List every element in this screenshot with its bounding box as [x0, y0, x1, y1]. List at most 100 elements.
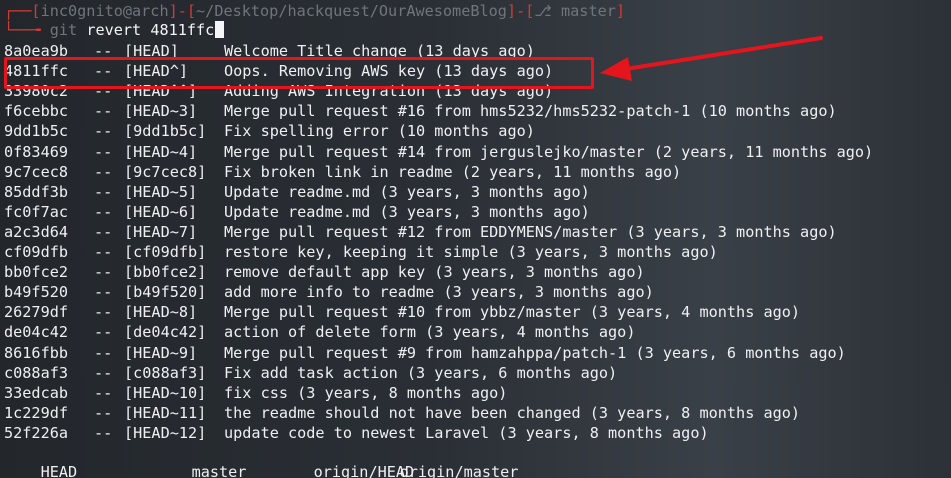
commit-message: Update readme.md (3 years, 3 months ago)	[224, 182, 590, 201]
commit-hash: c088af3	[4, 363, 69, 382]
separator: --	[94, 142, 113, 161]
prompt-user-host: inc0gnito@arch	[40, 2, 169, 20]
commit-ref: [HEAD~8]	[124, 303, 198, 322]
separator: --	[94, 182, 113, 201]
commit-message: Merge pull request #16 from hms5232/hms5…	[224, 102, 837, 121]
commit-message: remove default app key (3 years, 3 month…	[224, 263, 645, 282]
log-row: de04c42 -- [de04c42] action of delete form …	[4, 322, 635, 342]
command-args: revert 4811ffc	[86, 21, 215, 39]
commit-message: Fix broken link in readme (2 years, 11 m…	[224, 162, 682, 181]
commit-ref: [HEAD~9]	[124, 343, 198, 362]
log-row: 52f226a -- [HEAD~12] update code to newest …	[4, 423, 709, 443]
annotation-arrow-icon	[600, 36, 823, 81]
commit-hash: f6cebbc	[4, 102, 69, 121]
prompt-header: ┌──[inc0gnito@arch]-[~/Desktop/hackquest…	[4, 2, 626, 20]
separator: --	[94, 303, 113, 322]
commit-hash: fc0f7ac	[4, 202, 69, 221]
commit-ref: [HEAD~6]	[124, 202, 198, 221]
log-row: 8616fbb -- [HEAD~9] Merge pull request #9 f…	[4, 343, 846, 363]
log-row: 9dd1b5c -- [9dd1b5c] Fix spelling error (10…	[4, 121, 535, 141]
commit-hash: a2c3d64	[4, 222, 69, 241]
commit-message: Fix add task action (3 years, 6 months a…	[224, 363, 618, 382]
commit-hash: de04c42	[4, 323, 69, 342]
commit-hash: cf09dfb	[4, 243, 69, 261]
commit-hash: 26279df	[4, 303, 69, 322]
commit-ref: [bb0fce2]	[124, 263, 207, 282]
commit-message: Merge pull request #12 from EDDYMENS/mas…	[224, 222, 837, 241]
commit-message: Merge pull request #14 from jerguslejko/…	[224, 142, 874, 161]
commit-ref: [HEAD~12]	[124, 423, 207, 442]
ref-origin-head: origin/HEAD	[313, 463, 415, 478]
commit-ref: [b49f520]	[124, 283, 207, 302]
commit-message: action of delete form (3 years, 4 months…	[224, 323, 636, 342]
commit-ref: [HEAD~4]	[124, 142, 198, 161]
commit-ref: [de04c42]	[124, 323, 207, 342]
prompt-path: ~/Desktop/hackquest/OurAwesomeBlog	[196, 2, 507, 20]
separator: --	[94, 363, 113, 382]
terminal-window[interactable]: ┌──[inc0gnito@arch]-[~/Desktop/hackquest…	[4, 0, 950, 478]
log-row: cf09dfb -- [cf09dfb] restore key, keeping i…	[4, 242, 718, 262]
commit-hash: bb0fce2	[4, 263, 69, 282]
commit-ref: [HEAD~3]	[124, 102, 198, 121]
commit-message: Fix spelling error (10 months ago)	[224, 122, 535, 141]
command-line[interactable]: └──╼ git revert 4811ffc	[4, 20, 225, 40]
commit-hash: 33edcab	[4, 383, 69, 402]
commit-message: restore key, keeping it simple (3 years,…	[224, 243, 718, 261]
commit-message: Update readme.md (3 years, 3 months ago)	[224, 202, 590, 221]
separator: --	[94, 403, 113, 422]
commit-hash: 8616fbb	[4, 343, 69, 362]
commit-message: fix css (3 years, 8 months ago)	[224, 383, 508, 402]
log-row: a2c3d64 -- [HEAD~7] Merge pull request #12 …	[4, 222, 837, 242]
commit-hash: 9dd1b5c	[4, 122, 69, 141]
log-row: 85ddf3b -- [HEAD~5] Update readme.md (3 yea…	[4, 182, 590, 202]
commit-message: update code to newest Laravel (3 years, …	[224, 423, 709, 442]
highlight-box	[4, 57, 594, 89]
separator: --	[94, 383, 113, 402]
log-row: 33edcab -- [HEAD~10] fix css (3 years, 8 mo…	[4, 383, 507, 403]
separator: --	[94, 343, 113, 362]
commit-message: Merge pull request #9 from hamzahppa/pat…	[224, 343, 846, 362]
separator: --	[94, 323, 113, 342]
commit-ref: [c088af3]	[124, 363, 207, 382]
separator: --	[94, 243, 113, 261]
commit-ref: [HEAD~7]	[124, 222, 198, 241]
log-row: f6cebbc -- [HEAD~3] Merge pull request #16 …	[4, 101, 837, 121]
separator: --	[94, 202, 113, 221]
separator: --	[94, 283, 113, 302]
commit-ref: [HEAD~10]	[124, 383, 207, 402]
ref-head: HEAD	[40, 463, 78, 478]
git-branch-icon: ⎇	[534, 2, 562, 20]
prompt-arrow: └──╼	[4, 21, 50, 39]
log-row: fc0f7ac -- [HEAD~6] Update readme.md (3 yea…	[4, 202, 590, 222]
commit-hash: 85ddf3b	[4, 182, 69, 201]
commit-ref: [HEAD~11]	[124, 403, 207, 422]
separator: --	[94, 423, 113, 442]
commit-message: the readme should not have been changed …	[224, 403, 801, 422]
log-row: c088af3 -- [c088af3] Fix add task action (3…	[4, 363, 617, 383]
commit-ref: [cf09dfb]	[124, 243, 207, 261]
prompt-branch: master	[561, 2, 616, 20]
log-row: b49f520 -- [b49f520] add more info to readm…	[4, 282, 654, 302]
commit-hash: b49f520	[4, 283, 69, 302]
commit-message: add more info to readme (3 years, 3 mont…	[224, 283, 654, 302]
separator: --	[94, 122, 113, 141]
separator: --	[94, 222, 113, 241]
log-row: 0f83469 -- [HEAD~4] Merge pull request #14 …	[4, 142, 873, 162]
commit-ref: [HEAD~5]	[124, 182, 198, 201]
commit-hash: 0f83469	[4, 142, 69, 161]
commit-hash: 9c7cec8	[4, 162, 69, 181]
commit-hash: 1c229df	[4, 403, 69, 422]
text-cursor	[215, 21, 225, 38]
log-row: 1c229df -- [HEAD~11] the readme should not …	[4, 403, 800, 423]
commit-ref: [9c7cec8]	[124, 162, 207, 181]
log-row: 26279df -- [HEAD~8] Merge pull request #10 …	[4, 302, 800, 322]
separator: --	[94, 263, 113, 282]
refs-line: HEAD master origin/HEADorigin/master	[4, 442, 519, 478]
ref-master: master	[191, 463, 247, 478]
ref-origin-master: origin/master	[399, 463, 519, 478]
commit-message: Merge pull request #10 from ybbz/master …	[224, 303, 801, 322]
commit-hash: 52f226a	[4, 423, 69, 442]
prompt-corner: ┌──[	[4, 2, 41, 20]
log-row: 9c7cec8 -- [9c7cec8] Fix broken link in rea…	[4, 162, 681, 182]
commit-ref: [9dd1b5c]	[124, 122, 207, 141]
